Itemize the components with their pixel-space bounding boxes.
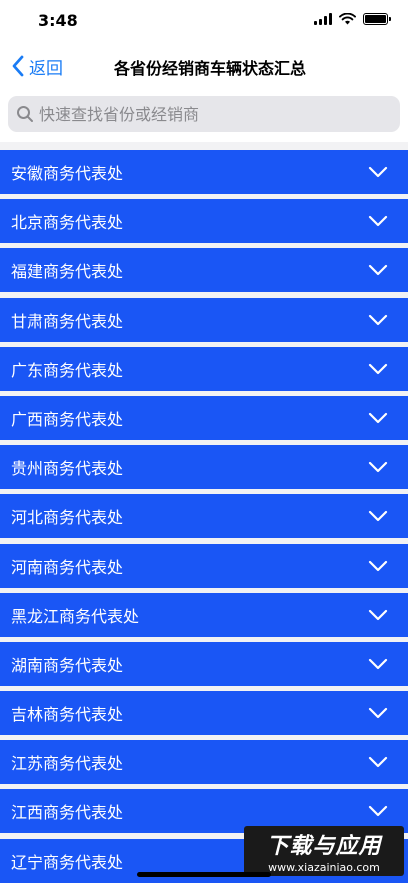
list-item[interactable]: 福建商务代表处 [0,248,408,293]
list-item-label: 辽宁商务代表处 [11,852,124,872]
list-item[interactable]: 吉林商务代表处 [0,691,408,736]
chevron-down-icon [368,166,388,178]
list-item-label: 广东商务代表处 [11,360,124,380]
list-item[interactable]: 广西商务代表处 [0,395,408,440]
search-icon [17,106,33,122]
list-item[interactable]: 湖南商务代表处 [0,641,408,686]
nav-bar: 返回 各省份经销商车辆状态汇总 [0,42,408,90]
chevron-down-icon [368,363,388,374]
chevron-down-icon [368,609,388,620]
battery-icon [363,13,391,25]
list-item-label: 河南商务代表处 [11,557,124,577]
list-item-label: 江西商务代表处 [11,803,124,823]
chevron-down-icon [368,757,388,768]
home-indicator [137,872,271,877]
chevron-down-icon [368,265,388,276]
watermark-logo: 下载与应用 www.xiazainiao.com [244,826,404,876]
status-bar: 3:48 [0,0,408,42]
region-list: 安徽商务代表处 北京商务代表处 福建商务代表处 甘肃商务代表处 广东商务代表处 广西商务代… [0,150,408,883]
page-title: 各省份经销商车辆状态汇总 [113,59,306,78]
list-item-label: 安徽商务代表处 [11,164,124,183]
list-item-label: 北京商务代表处 [11,213,124,233]
watermark-url: www.xiazainiao.com [268,861,380,874]
list-item-label: 江苏商务代表处 [11,754,124,774]
signal-icon [314,13,332,25]
chevron-down-icon [368,806,388,817]
list-item-label: 黑龙江商务代表处 [11,606,140,626]
chevron-down-icon [368,658,388,669]
list-item[interactable]: 江苏商务代表处 [0,740,408,785]
list-item-label: 吉林商务代表处 [11,705,124,725]
list-item[interactable]: 黑龙江商务代表处 [0,592,408,637]
list-item-label: 湖南商务代表处 [11,655,124,675]
wifi-icon [339,13,356,25]
chevron-down-icon [368,412,388,424]
status-icons [314,13,391,25]
list-item-label: 河北商务代表处 [11,508,124,528]
list-item[interactable]: 贵州商务代表处 [0,445,408,490]
status-time: 3:48 [38,11,78,30]
list-item-label: 广西商务代表处 [11,409,124,429]
search-box[interactable] [8,96,400,132]
chevron-down-icon [368,707,388,719]
list-item[interactable]: 广东商务代表处 [0,346,408,391]
chevron-down-icon [368,216,388,227]
list-item[interactable]: 河北商务代表处 [0,494,408,539]
chevron-down-icon [368,462,388,473]
list-item-label: 福建商务代表处 [11,262,124,282]
watermark-title: 下载与应用 [266,834,382,859]
screen: 3:48 返回 各省份经销商车辆状态汇总 安徽 [0,0,408,883]
chevron-down-icon [368,511,388,522]
list-item[interactable]: 安徽商务代表处 [0,150,408,194]
list-item-label: 甘肃商务代表处 [11,311,124,331]
chevron-down-icon [368,314,388,325]
list-item[interactable]: 甘肃商务代表处 [0,297,408,342]
search-input[interactable] [39,104,379,124]
search-bar [0,90,408,142]
chevron-down-icon [368,560,388,571]
list-item-label: 贵州商务代表处 [11,459,124,479]
list-item[interactable]: 河南商务代表处 [0,543,408,588]
list-item[interactable]: 北京商务代表处 [0,199,408,244]
